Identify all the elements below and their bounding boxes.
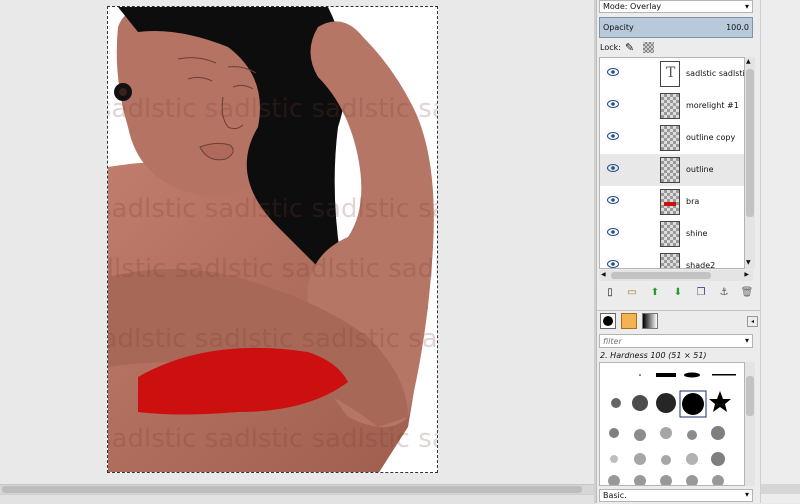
chevron-down-icon: ▾	[744, 490, 749, 499]
watermark-line: sadlstic sadlstic sadlstic sadlstic sadl…	[108, 254, 438, 284]
watermark-line: sadlstic sadlstic sadlstic sadlstic sadl…	[108, 324, 438, 354]
canvas-area[interactable]: sadlstic sadlstic sadlstic sadlstic sadl…	[0, 0, 596, 484]
layers-toolbar: ▯ ▭ ⬆ ⬇ ❐ ⚓ 🗑	[599, 286, 757, 302]
scrollbar-thumb[interactable]	[611, 272, 711, 279]
chevron-right-icon[interactable]: ▶	[744, 271, 749, 278]
eye-icon[interactable]	[607, 260, 619, 268]
tab-gradients[interactable]	[642, 313, 658, 329]
layer-row[interactable]: sadlstic sadlstic sa	[600, 58, 744, 90]
layer-thumbnail[interactable]	[660, 93, 680, 119]
layer-thumbnail[interactable]	[660, 125, 680, 151]
lock-label: Lock:	[600, 43, 621, 52]
layer-thumbnail[interactable]	[660, 157, 680, 183]
eye-icon[interactable]	[607, 68, 619, 76]
layers-vertical-scrollbar[interactable]: ▲ ▼	[745, 57, 755, 269]
chevron-left-icon[interactable]: ◀	[601, 271, 606, 278]
watermark-line: sadlstic sadlstic sadlstic sadlstic sadl…	[108, 94, 438, 124]
scrollbar-thumb[interactable]	[746, 69, 754, 217]
lower-layer-icon[interactable]: ⬇	[671, 286, 685, 300]
opacity-value[interactable]: 100.0	[726, 23, 749, 32]
right-edge-bottom	[761, 484, 800, 494]
eye-icon[interactable]	[607, 132, 619, 140]
tab-patterns[interactable]	[621, 313, 637, 329]
right-edge-strip	[760, 0, 800, 503]
eye-icon[interactable]	[607, 228, 619, 236]
mode-label: Mode: Overlay	[603, 2, 662, 11]
layers-horizontal-scrollbar[interactable]: ◀ ▶	[599, 270, 753, 281]
eye-icon[interactable]	[607, 100, 619, 108]
raise-layer-icon[interactable]: ⬆	[648, 286, 662, 300]
selected-brush-label: 2. Hardness 100 (51 × 51)	[600, 351, 707, 360]
image-canvas[interactable]: sadlstic sadlstic sadlstic sadlstic sadl…	[107, 6, 438, 473]
eye-icon[interactable]	[607, 196, 619, 204]
chevron-down-icon: ▾	[744, 2, 749, 11]
brush-tabs: ◂	[597, 310, 761, 331]
layer-thumbnail[interactable]	[660, 189, 680, 215]
layer-row[interactable]: outline	[600, 154, 744, 186]
layer-thumbnail[interactable]	[660, 61, 680, 87]
layer-row[interactable]: shine	[600, 218, 744, 250]
tab-menu-icon[interactable]: ◂	[747, 316, 758, 327]
mode-select[interactable]: Mode: Overlay ▾	[599, 0, 753, 13]
lock-alpha-icon[interactable]	[643, 42, 654, 53]
layer-name[interactable]: outline copy	[686, 133, 744, 142]
lock-pixels-icon[interactable]: ✎	[625, 41, 634, 54]
opacity-label: Opacity	[603, 23, 634, 32]
layer-name[interactable]: bra	[686, 197, 744, 206]
layer-thumbnail[interactable]	[660, 221, 680, 247]
chevron-down-icon[interactable]: ▼	[746, 259, 751, 266]
watermark-line: sadlstic sadlstic sadlstic sadlstic sadl…	[108, 194, 438, 224]
layer-name[interactable]: shine	[686, 229, 744, 238]
brush-grid[interactable]	[599, 362, 745, 486]
lock-row: Lock: ✎	[599, 41, 759, 55]
layer-name[interactable]: shade2	[686, 261, 744, 268]
layer-name[interactable]: outline	[686, 165, 744, 174]
dock-panel: Mode: Overlay ▾ Opacity 100.0 Lock: ✎ sa…	[596, 0, 761, 503]
tab-brushes[interactable]	[600, 313, 616, 329]
watermark-line: sadlstic sadlstic sadlstic sadlstic sadl…	[108, 424, 438, 454]
anchor-layer-icon[interactable]: ⚓	[717, 286, 731, 300]
scrollbar-thumb[interactable]	[746, 376, 754, 416]
delete-layer-icon[interactable]: 🗑	[740, 286, 754, 300]
layer-row[interactable]: morelight #1	[600, 90, 744, 122]
chevron-up-icon[interactable]: ▲	[746, 58, 751, 65]
brush-preset-select[interactable]: Basic. ▾	[599, 489, 753, 502]
eye-icon[interactable]	[607, 164, 619, 172]
filter-placeholder: filter	[603, 337, 622, 346]
layer-row[interactable]: bra	[600, 186, 744, 218]
preset-value: Basic.	[603, 491, 627, 500]
duplicate-layer-icon[interactable]: ❐	[694, 286, 708, 300]
new-group-icon[interactable]: ▭	[625, 286, 639, 300]
scrollbar-thumb[interactable]	[2, 486, 582, 493]
new-layer-icon[interactable]: ▯	[603, 286, 617, 300]
brush-filter-input[interactable]: filter ▾	[599, 334, 753, 348]
opacity-slider[interactable]: Opacity 100.0	[599, 17, 753, 38]
layer-name[interactable]: morelight #1	[686, 101, 744, 110]
brush-presets[interactable]	[600, 363, 744, 485]
brush-vertical-scrollbar[interactable]	[745, 362, 755, 486]
layer-row[interactable]: shade2	[600, 250, 744, 268]
layer-thumbnail[interactable]	[660, 253, 680, 268]
layer-row[interactable]: outline copy	[600, 122, 744, 154]
mode-row: Mode: Overlay ▾	[597, 0, 761, 14]
layers-list[interactable]: sadlstic sadlstic sa morelight #1 outlin…	[599, 57, 745, 269]
chevron-down-icon[interactable]: ▾	[745, 336, 749, 345]
layer-name[interactable]: sadlstic sadlstic sa	[686, 69, 744, 78]
